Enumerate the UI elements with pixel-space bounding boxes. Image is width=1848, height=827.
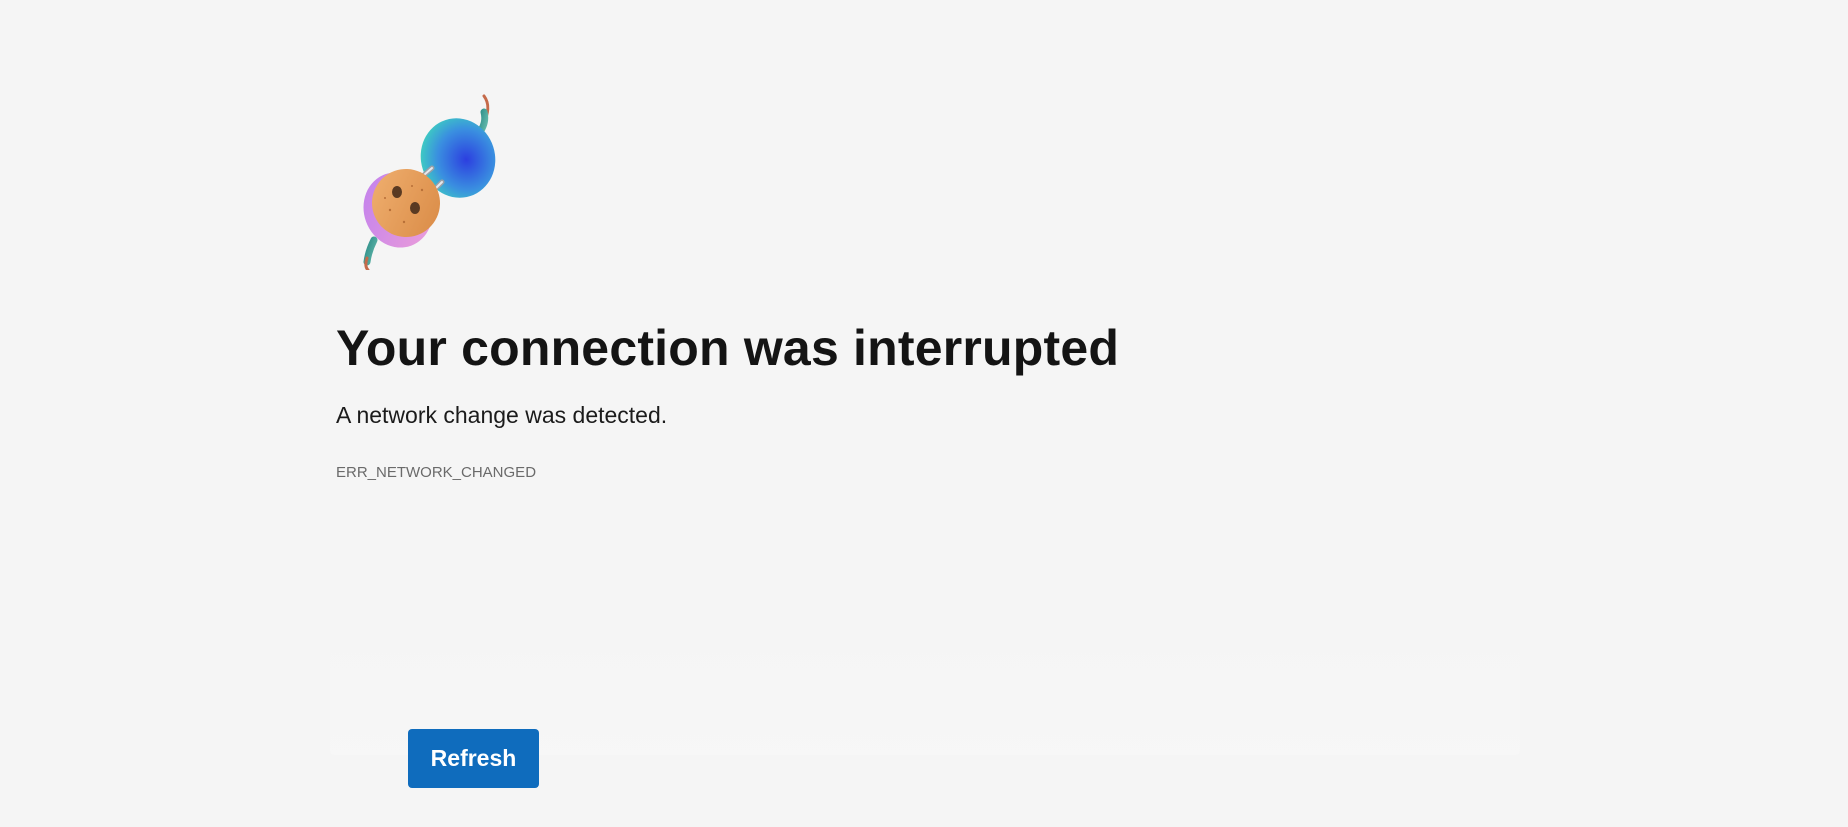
error-description: A network change was detected. [336,402,668,428]
unplugged-plug-icon [360,90,510,272]
refresh-button[interactable]: Refresh [408,729,539,788]
page-title: Your connection was interrupted [336,320,1120,376]
error-page: Your connection was interrupted A networ… [0,0,1848,827]
error-code: ERR_NETWORK_CHANGED [336,464,537,481]
